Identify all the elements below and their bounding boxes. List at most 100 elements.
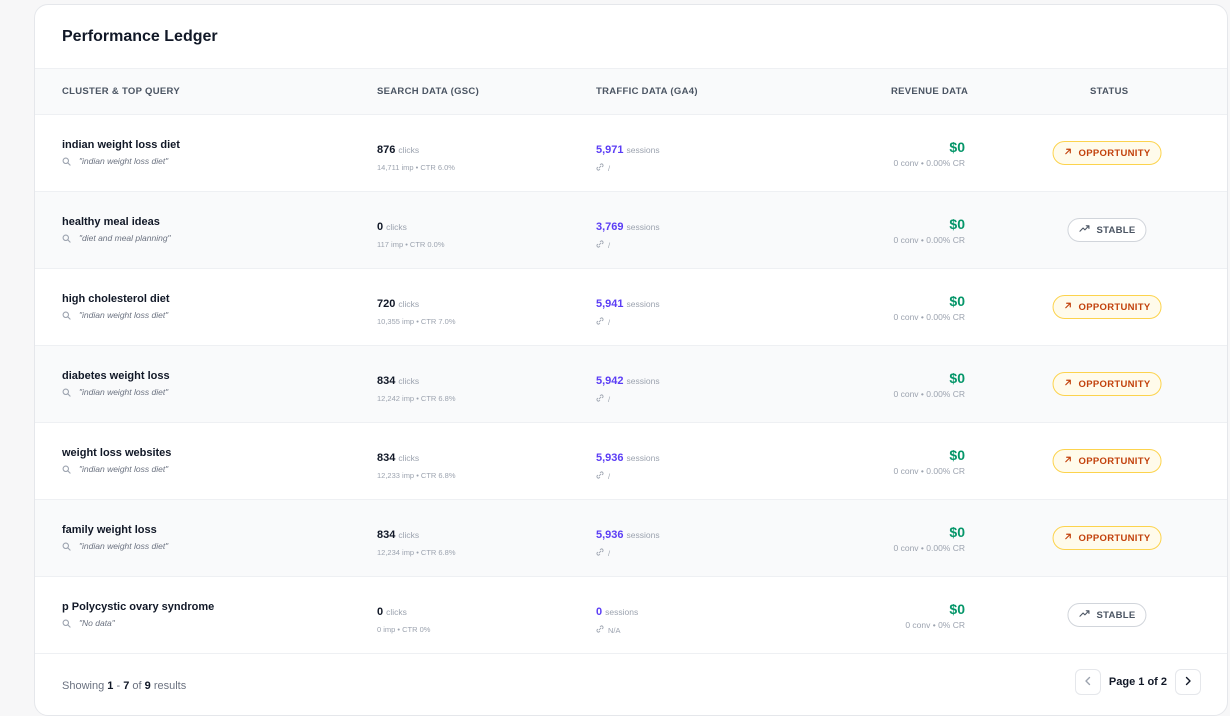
revenue-data-cell: $0 0 conv • 0.00% CR	[894, 524, 965, 553]
search-icon	[62, 157, 71, 166]
results-summary: Showing 1 - 7 of 9 results	[62, 680, 186, 692]
link-icon	[596, 240, 604, 250]
top-query-text: "indian weight loss diet"	[79, 310, 169, 320]
revenue-data-cell: $0 0 conv • 0.00% CR	[894, 370, 965, 399]
top-query: "indian weight loss diet"	[62, 387, 170, 397]
revenue-data-cell: $0 0 conv • 0.00% CR	[894, 139, 965, 168]
search-data-cell: 834 clicks 12,242 imp • CTR 6.8%	[377, 371, 456, 403]
table-row[interactable]: healthy meal ideas "diet and meal plannin…	[35, 192, 1227, 269]
table-row[interactable]: high cholesterol diet "indian weight loss…	[35, 269, 1227, 346]
sessions-value: 5,942	[596, 375, 624, 387]
top-query: "diet and meal planning"	[62, 233, 171, 243]
results-label: results	[153, 680, 187, 692]
traffic-data-cell: 5,942 sessions /	[596, 371, 660, 404]
of-label: of	[132, 680, 142, 692]
clicks-value: 0	[377, 606, 384, 618]
link-icon	[596, 394, 604, 404]
sessions-unit: sessions	[626, 376, 660, 386]
table-row[interactable]: p Polycystic ovary syndrome "No data" 0 cli…	[35, 577, 1227, 654]
landing-page[interactable]: /	[596, 317, 660, 327]
trending-up-icon	[1078, 224, 1090, 236]
sessions-unit: sessions	[626, 453, 660, 463]
conversion-summary: 0 conv • 0.00% CR	[893, 235, 965, 245]
landing-page-path: /	[608, 471, 611, 481]
status-badge[interactable]: OPPORTUNITY	[1052, 141, 1162, 165]
status-label: OPPORTUNITY	[1078, 532, 1151, 544]
search-data-cell: 0 clicks 0 imp • CTR 0%	[377, 602, 430, 634]
sessions-value: 5,936	[596, 452, 624, 464]
table-row[interactable]: indian weight loss diet "indian weight lo…	[35, 115, 1227, 192]
status-cell: STABLE	[1067, 577, 1147, 653]
next-page-button[interactable]	[1175, 669, 1201, 695]
traffic-data-cell: 5,936 sessions /	[596, 525, 660, 558]
link-icon	[596, 163, 604, 173]
status-badge[interactable]: STABLE	[1067, 603, 1147, 627]
status-badge[interactable]: OPPORTUNITY	[1052, 372, 1162, 396]
landing-page[interactable]: /	[596, 548, 660, 558]
status-badge[interactable]: OPPORTUNITY	[1052, 526, 1162, 550]
sessions-unit: sessions	[626, 530, 660, 540]
cluster-cell: weight loss websites "indian weight loss …	[62, 447, 171, 474]
revenue-value: $0	[949, 524, 965, 540]
table-row[interactable]: family weight loss "indian weight loss di…	[35, 500, 1227, 577]
prev-page-button[interactable]	[1074, 669, 1101, 695]
clicks-value: 834	[377, 452, 396, 464]
sessions-value: 5,936	[596, 529, 624, 541]
status-badge[interactable]: STABLE	[1067, 218, 1147, 242]
cluster-name: high cholesterol diet	[62, 293, 170, 305]
top-query: "indian weight loss diet"	[62, 310, 170, 320]
arrow-up-right-icon	[1064, 455, 1073, 467]
page-indicator: Page 1 of 2	[1108, 676, 1167, 688]
status-cell: OPPORTUNITY	[1052, 346, 1162, 422]
table-row[interactable]: weight loss websites "indian weight loss …	[35, 423, 1227, 500]
clicks-value: 876	[377, 144, 396, 156]
range-separator: -	[116, 680, 121, 692]
status-badge[interactable]: OPPORTUNITY	[1052, 449, 1162, 473]
revenue-value: $0	[949, 601, 965, 617]
landing-page[interactable]: N/A	[596, 625, 638, 635]
status-cell: STABLE	[1067, 192, 1147, 268]
table-header: CLUSTER & TOP QUERY SEARCH DATA (GSC) TR…	[35, 69, 1227, 115]
top-query-text: "indian weight loss diet"	[79, 387, 169, 397]
status-cell: OPPORTUNITY	[1052, 115, 1162, 191]
search-icon	[62, 311, 71, 320]
sessions-value: 0	[596, 606, 603, 618]
cluster-cell: healthy meal ideas "diet and meal plannin…	[62, 216, 171, 243]
clicks-unit: clicks	[398, 530, 420, 540]
revenue-data-cell: $0 0 conv • 0.00% CR	[894, 216, 965, 245]
status-cell: OPPORTUNITY	[1052, 423, 1162, 499]
revenue-value: $0	[949, 293, 965, 309]
search-icon	[62, 388, 71, 397]
cluster-cell: p Polycystic ovary syndrome "No data"	[62, 601, 214, 628]
clicks-value: 834	[377, 375, 396, 387]
cluster-cell: high cholesterol diet "indian weight loss…	[62, 293, 170, 320]
landing-page[interactable]: /	[596, 240, 660, 250]
landing-page[interactable]: /	[596, 163, 660, 173]
traffic-data-cell: 3,769 sessions /	[596, 217, 660, 250]
landing-page[interactable]: /	[596, 394, 660, 404]
status-label: OPPORTUNITY	[1078, 378, 1151, 390]
top-query-text: "indian weight loss diet"	[79, 464, 169, 474]
search-icon	[62, 619, 71, 628]
search-data-cell: 876 clicks 14,711 imp • CTR 6.0%	[377, 140, 455, 172]
table-row[interactable]: diabetes weight loss "indian weight loss …	[35, 346, 1227, 423]
status-badge[interactable]: OPPORTUNITY	[1052, 295, 1162, 319]
clicks-value: 0	[377, 221, 384, 233]
status-cell: OPPORTUNITY	[1052, 269, 1162, 345]
search-data-cell: 0 clicks 117 imp • CTR 0.0%	[377, 217, 445, 249]
arrow-up-right-icon	[1064, 147, 1073, 159]
clicks-unit: clicks	[386, 222, 407, 232]
clicks-unit: clicks	[386, 607, 407, 617]
status-label: OPPORTUNITY	[1078, 301, 1151, 313]
chevron-right-icon	[1183, 676, 1193, 689]
conversion-summary: 0 conv • 0% CR	[905, 620, 965, 630]
landing-page[interactable]: /	[596, 471, 660, 481]
conversion-summary: 0 conv • 0.00% CR	[893, 543, 965, 553]
top-query: "No data"	[62, 618, 214, 628]
chevron-left-icon	[1083, 676, 1093, 689]
impressions-ctr: 12,234 imp • CTR 6.8%	[377, 548, 456, 557]
cluster-name: family weight loss	[62, 524, 157, 536]
column-header-search: SEARCH DATA (GSC)	[377, 86, 480, 97]
search-icon	[62, 542, 71, 551]
table-footer: Showing 1 - 7 of 9 results Page 1 of 2	[35, 653, 1227, 714]
